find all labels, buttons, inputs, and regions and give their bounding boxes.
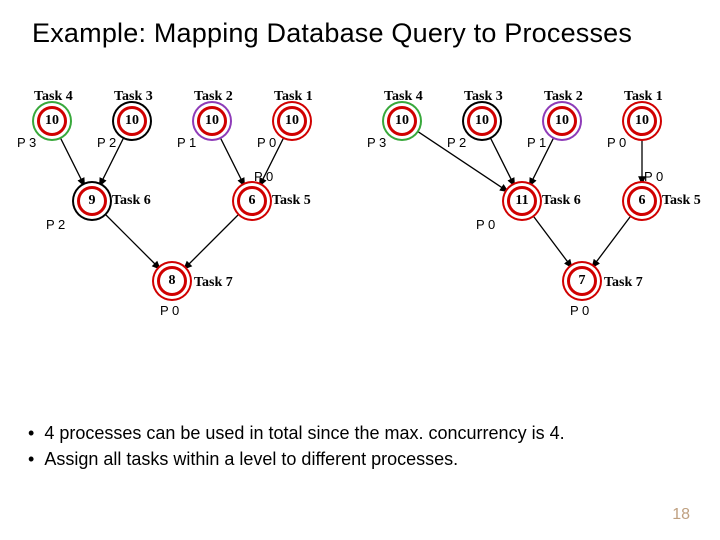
graph-node: 10 (387, 106, 417, 136)
task-label: Task 4 (34, 89, 73, 105)
process-label: P 2 (447, 135, 466, 150)
graph-node: 10 (117, 106, 147, 136)
task-label: Task 3 (114, 89, 153, 105)
task-label: Task 7 (604, 275, 643, 291)
graph-node: 10 (197, 106, 227, 136)
graph-node: 10 (277, 106, 307, 136)
task-label: Task 1 (274, 89, 313, 105)
process-label: P 2 (97, 135, 116, 150)
process-label: P 0 (254, 169, 273, 184)
edges-svg (0, 85, 720, 365)
process-label: P 0 (644, 169, 663, 184)
graph-node: 9 (77, 186, 107, 216)
process-label: P 2 (46, 217, 65, 232)
process-label: P 0 (257, 135, 276, 150)
task-label: Task 2 (544, 89, 583, 105)
graph-node: 10 (37, 106, 67, 136)
page-title: Example: Mapping Database Query to Proce… (0, 0, 720, 49)
task-label: Task 5 (662, 193, 701, 209)
process-label: P 0 (160, 303, 179, 318)
graph-node: 6 (627, 186, 657, 216)
process-label: P 3 (367, 135, 386, 150)
process-label: P 0 (607, 135, 626, 150)
process-label: P 1 (177, 135, 196, 150)
task-label: Task 6 (112, 193, 151, 209)
graph-node: 8 (157, 266, 187, 296)
graph-node: 7 (567, 266, 597, 296)
graph-node: 11 (507, 186, 537, 216)
bullet-item: Assign all tasks within a level to diffe… (28, 446, 565, 472)
diagram-area: Task 410P 3Task 310P 2Task 210P 1Task 11… (0, 85, 720, 365)
bullet-list: 4 processes can be used in total since t… (28, 420, 565, 472)
task-label: Task 5 (272, 193, 311, 209)
process-label: P 1 (527, 135, 546, 150)
task-label: Task 6 (542, 193, 581, 209)
graph-node: 10 (467, 106, 497, 136)
process-label: P 3 (17, 135, 36, 150)
bullet-item: 4 processes can be used in total since t… (28, 420, 565, 446)
graph-node: 10 (547, 106, 577, 136)
task-label: Task 1 (624, 89, 663, 105)
task-label: Task 4 (384, 89, 423, 105)
task-label: Task 2 (194, 89, 233, 105)
graph-node: 6 (237, 186, 267, 216)
task-label: Task 7 (194, 275, 233, 291)
task-label: Task 3 (464, 89, 503, 105)
graph-node: 10 (627, 106, 657, 136)
process-label: P 0 (570, 303, 589, 318)
page-number: 18 (672, 506, 690, 524)
process-label: P 0 (476, 217, 495, 232)
